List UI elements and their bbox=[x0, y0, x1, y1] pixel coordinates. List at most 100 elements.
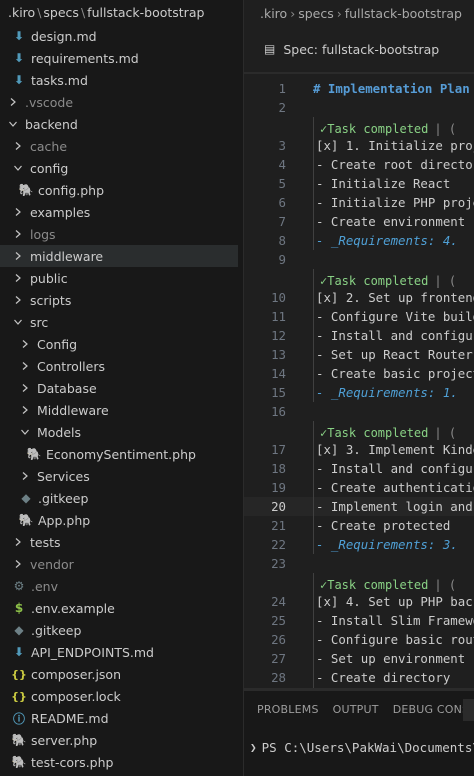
codelens-separator: | ( bbox=[434, 121, 457, 136]
explorer-item[interactable]: ⬇ API_ENDPOINTS.md bbox=[0, 641, 238, 663]
code-text: - Install and configure bbox=[316, 461, 474, 476]
explorer-item[interactable]: public bbox=[0, 267, 238, 289]
explorer-item[interactable]: 🐘 config.php bbox=[0, 179, 238, 201]
explorer-item[interactable]: Middleware bbox=[0, 399, 238, 421]
line-number: 11 bbox=[271, 309, 286, 324]
explorer-item[interactable]: ◆ .gitkeep bbox=[0, 619, 238, 641]
chevron-right-icon[interactable] bbox=[19, 333, 31, 355]
explorer-item[interactable]: 🐘 test-cors.php bbox=[0, 751, 238, 773]
explorer-item[interactable]: backend bbox=[0, 113, 238, 135]
editor-area: .kiro › specs › fullstack-bootstrap ▤ Spec: … bbox=[243, 0, 474, 776]
code-line: 18 - Install and configure bbox=[244, 459, 474, 478]
explorer-item[interactable]: 🐘 server.php bbox=[0, 729, 238, 751]
explorer-item[interactable]: Services bbox=[0, 465, 238, 487]
explorer-item[interactable]: config bbox=[0, 157, 238, 179]
explorer-item-label: requirements.md bbox=[31, 50, 139, 66]
chevron-right-icon[interactable] bbox=[12, 531, 24, 553]
info-icon: ⓘ bbox=[12, 711, 25, 726]
explorer-item-label: App.php bbox=[38, 512, 91, 528]
line-number: 28 bbox=[271, 670, 286, 685]
chevron-right-icon[interactable] bbox=[12, 223, 24, 245]
explorer-item[interactable]: middleware bbox=[0, 245, 238, 267]
code-text: - Implement login and bbox=[316, 499, 473, 514]
explorer-item[interactable]: Models bbox=[0, 421, 238, 443]
explorer-item[interactable]: logs bbox=[0, 223, 238, 245]
explorer-item[interactable]: ⓘ README.md bbox=[0, 707, 238, 729]
chevron-right-icon[interactable] bbox=[19, 465, 31, 487]
codelens-separator: | ( bbox=[434, 273, 457, 288]
code-line: 28 - Create directory bbox=[244, 668, 474, 687]
chevron-right-icon[interactable] bbox=[12, 267, 24, 289]
code-line: 6 - Initialize PHP project bbox=[244, 193, 474, 212]
codelens-label: Task completed bbox=[327, 425, 429, 440]
code-text: - Install and configure bbox=[316, 328, 474, 343]
code-line: 13 - Set up React Router bbox=[244, 345, 474, 364]
explorer-item[interactable]: $ .env.example bbox=[0, 597, 238, 619]
explorer-item[interactable]: .vscode bbox=[0, 91, 238, 113]
explorer-item-label: Controllers bbox=[37, 358, 105, 374]
explorer-item[interactable]: src bbox=[0, 311, 238, 333]
code-line: 2 bbox=[244, 98, 474, 117]
chevron-right-icon[interactable] bbox=[19, 399, 31, 421]
explorer-item[interactable]: ⬇ design.md bbox=[0, 25, 238, 47]
chevron-right-icon[interactable] bbox=[12, 245, 24, 267]
panel-tabs: PROBLEMS OUTPUT DEBUG CONSOLE bbox=[257, 703, 474, 716]
editor-tab[interactable]: ▤ Spec: fullstack-bootstrap bbox=[244, 30, 474, 68]
chevron-right-icon[interactable] bbox=[12, 553, 24, 575]
explorer-item[interactable]: {} composer.json bbox=[0, 663, 238, 685]
chevron-down-icon[interactable] bbox=[7, 113, 19, 135]
breadcrumb-item[interactable]: fullstack-bootstrap bbox=[345, 6, 462, 21]
explorer-item[interactable]: ◆ .gitkeep bbox=[0, 487, 238, 509]
check-icon: ✓ bbox=[320, 577, 328, 592]
explorer-item[interactable]: ⬇ tasks.md bbox=[0, 69, 238, 91]
chevron-right-icon[interactable] bbox=[19, 377, 31, 399]
panel-tab-debug-console[interactable]: DEBUG CONSOLE bbox=[393, 703, 474, 716]
chevron-down-icon[interactable] bbox=[19, 421, 31, 443]
code-text: - Set up environment bbox=[316, 651, 466, 666]
explorer-item[interactable]: cache bbox=[0, 135, 238, 157]
panel-tab-terminal[interactable] bbox=[463, 699, 474, 721]
breadcrumb-item[interactable]: specs bbox=[298, 6, 334, 21]
code-text: - Create root directory bbox=[316, 157, 474, 172]
explorer-item[interactable]: 🐘 EconomySentiment.php bbox=[0, 443, 238, 465]
explorer-item[interactable]: scripts bbox=[0, 289, 238, 311]
chevron-right-icon[interactable] bbox=[12, 289, 24, 311]
line-number: 8 bbox=[278, 233, 286, 248]
code-editor[interactable]: 1 # Implementation Plan 2 ✓ Task completed |… bbox=[244, 78, 474, 688]
explorer-item[interactable]: ⚙ .env bbox=[0, 575, 238, 597]
line-number: 14 bbox=[271, 366, 286, 381]
explorer-item[interactable]: ⬇ requirements.md bbox=[0, 47, 238, 69]
explorer-item[interactable]: Database bbox=[0, 377, 238, 399]
chevron-right-icon[interactable] bbox=[19, 355, 31, 377]
gear-icon: ⚙ bbox=[13, 579, 25, 593]
chevron-down-icon[interactable] bbox=[12, 157, 24, 179]
explorer-item[interactable]: tests bbox=[0, 531, 238, 553]
chevron-right-icon[interactable] bbox=[12, 201, 24, 223]
breadcrumb[interactable]: .kiro › specs › fullstack-bootstrap bbox=[260, 6, 462, 21]
breadcrumb-item[interactable]: .kiro bbox=[260, 6, 287, 21]
chevron-down-icon[interactable] bbox=[12, 311, 24, 333]
explorer-panel: .kiro \ specs \ fullstack-bootstrap ⬇ design.m… bbox=[0, 0, 243, 776]
explorer-item[interactable]: 🐘 App.php bbox=[0, 509, 238, 531]
panel-tab-problems[interactable]: PROBLEMS bbox=[257, 703, 319, 716]
chevron-right-icon[interactable] bbox=[7, 91, 19, 113]
explorer-item[interactable]: vendor bbox=[0, 553, 238, 575]
chevron-right-icon[interactable] bbox=[12, 135, 24, 157]
terminal-prompt: PS C:\Users\PakWai\Documents\P bbox=[261, 740, 474, 755]
explorer-item[interactable]: Controllers bbox=[0, 355, 238, 377]
explorer-item-label: Services bbox=[37, 468, 90, 484]
terminal-line[interactable]: ❯ PS C:\Users\PakWai\Documents\P bbox=[250, 740, 474, 755]
php-icon: 🐘 bbox=[11, 755, 27, 769]
explorer-item[interactable]: Config bbox=[0, 333, 238, 355]
code-line: 11 - Configure Vite build bbox=[244, 307, 474, 326]
panel-tab-output[interactable]: OUTPUT bbox=[333, 703, 379, 716]
json-icon: {} bbox=[11, 667, 27, 681]
indent-guide bbox=[313, 269, 314, 402]
explorer-item-label: server.php bbox=[31, 732, 98, 748]
codelens-separator: | ( bbox=[434, 425, 457, 440]
line-number: 26 bbox=[271, 632, 286, 647]
explorer-item[interactable]: {} composer.lock bbox=[0, 685, 238, 707]
explorer-item-label: design.md bbox=[31, 28, 97, 44]
explorer-item[interactable]: examples bbox=[0, 201, 238, 223]
path-separator: \ bbox=[80, 5, 86, 20]
